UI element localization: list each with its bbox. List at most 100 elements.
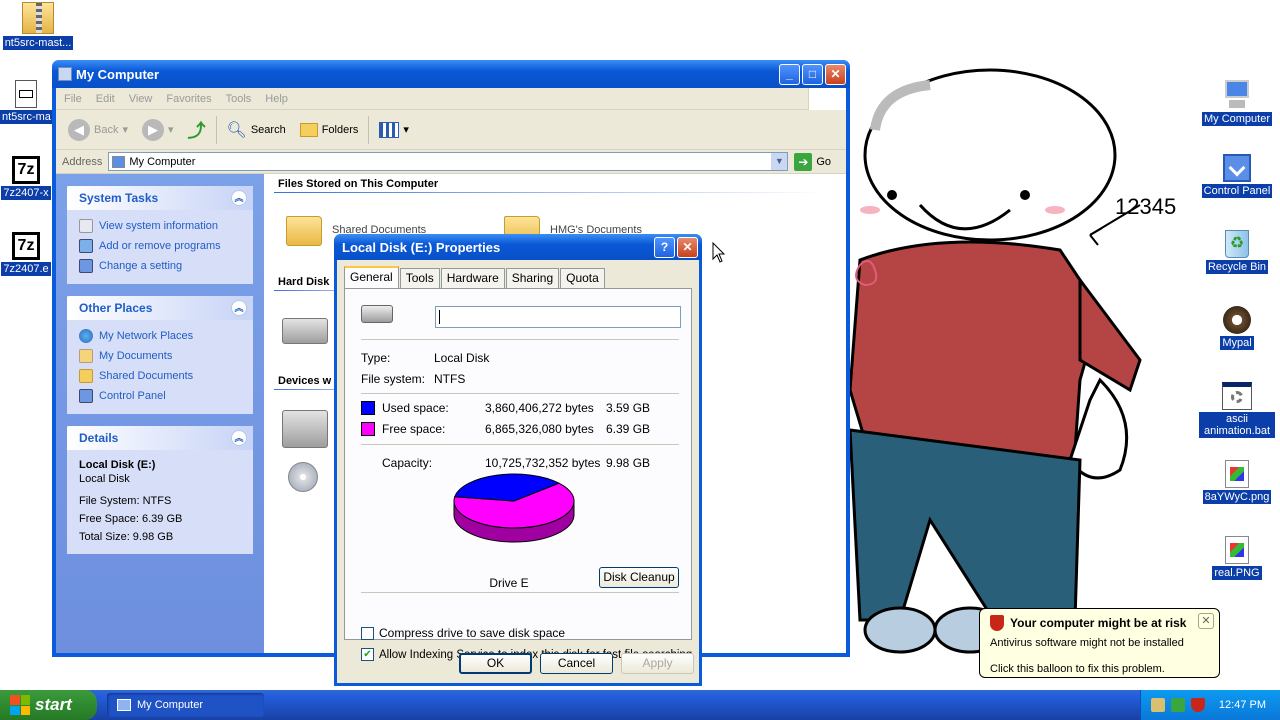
free-space-label: Free space:: [382, 422, 446, 436]
tab-sharing[interactable]: Sharing: [505, 268, 560, 288]
tab-hardware[interactable]: Hardware: [440, 268, 505, 288]
menu-tools[interactable]: Tools: [226, 93, 252, 105]
volume-label-input[interactable]: [435, 306, 681, 328]
compress-option[interactable]: Compress drive to save disk space: [361, 626, 565, 640]
collapse-icon[interactable]: ︽: [231, 300, 247, 316]
folders-button[interactable]: Folders: [296, 121, 363, 139]
menu-file[interactable]: File: [64, 93, 82, 105]
desktop-icon-ascii-bat[interactable]: ascii animation.bat: [1199, 382, 1275, 441]
desktop-icon-7z2407-x[interactable]: 7z 7z2407-x: [0, 156, 52, 203]
maximize-button[interactable]: □: [802, 63, 823, 85]
used-space-label: Used space:: [382, 401, 449, 415]
desktop-icon-7z2407-e[interactable]: 7z 7z2407.e: [0, 232, 52, 279]
change-setting-link[interactable]: Change a setting: [79, 256, 241, 276]
panel-title: Other Places: [79, 301, 153, 315]
divider: [361, 393, 679, 394]
folder-icon: [79, 369, 93, 383]
control-panel-link[interactable]: Control Panel: [79, 386, 241, 406]
add-remove-programs-link[interactable]: Add or remove programs: [79, 236, 241, 256]
chevron-down-icon: ▾: [403, 124, 409, 136]
shared-documents-link[interactable]: Shared Documents: [79, 366, 241, 386]
recycle-bin-icon: ♻: [1225, 230, 1249, 258]
system-tasks-header[interactable]: System Tasks ︽: [67, 186, 253, 210]
details-header[interactable]: Details ︽: [67, 426, 253, 450]
desktop-icon-recycle-bin[interactable]: ♻ Recycle Bin: [1199, 230, 1275, 277]
details-total-size: Total Size: 9.98 GB: [79, 531, 174, 543]
file-system-label: File system:: [361, 372, 426, 386]
close-button[interactable]: ✕: [825, 63, 846, 85]
security-alert-balloon[interactable]: Your computer might be at risk Antivirus…: [979, 608, 1220, 678]
indexing-checkbox[interactable]: ✔: [361, 648, 374, 661]
up-folder-button[interactable]: ⤴: [184, 115, 210, 145]
desktop-icon-nt5src-text[interactable]: nt5src-ma: [0, 80, 53, 127]
section-hard-disk: Hard Disk: [278, 276, 330, 288]
desktop-icon-label: Mypal: [1220, 336, 1254, 350]
drive-properties-dialog[interactable]: Local Disk (E:) Properties ? ✕ General T…: [334, 234, 702, 686]
desktop-icon-control-panel[interactable]: Control Panel: [1199, 154, 1275, 201]
address-dropdown-button[interactable]: ▼: [771, 153, 788, 170]
tab-tools[interactable]: Tools: [399, 268, 440, 288]
update-tray-icon[interactable]: [1170, 698, 1185, 712]
tab-quota[interactable]: Quota: [560, 268, 605, 288]
menu-edit[interactable]: Edit: [96, 93, 115, 105]
ok-button[interactable]: OK: [459, 653, 532, 674]
panel-title: System Tasks: [79, 191, 159, 205]
help-button[interactable]: ?: [654, 236, 675, 258]
my-documents-link[interactable]: My Documents: [79, 346, 241, 366]
windows-logo-icon: [808, 88, 846, 110]
hard-drive-icon[interactable]: [282, 318, 328, 344]
taskbar-button-my-computer[interactable]: My Computer: [107, 693, 264, 717]
menu-favorites[interactable]: Favorites: [166, 93, 211, 105]
chevron-down-icon: ▾: [168, 124, 174, 136]
zip-folder-icon: [22, 2, 54, 34]
search-button[interactable]: 🔍︎ Search: [223, 118, 290, 142]
desktop-icon-label: 7z2407.e: [1, 262, 51, 276]
views-button[interactable]: ▾: [375, 120, 413, 140]
floppy-drive-icon[interactable]: [282, 410, 328, 448]
desktop-icon-mypal[interactable]: Mypal: [1199, 306, 1275, 353]
computer-icon: [1221, 78, 1253, 110]
dialog-titlebar[interactable]: Local Disk (E:) Properties ? ✕: [334, 234, 702, 260]
desktop-icon-my-computer[interactable]: My Computer: [1199, 78, 1275, 129]
security-shield-tray-icon[interactable]: [1190, 698, 1205, 712]
computer-icon: [117, 699, 131, 711]
other-places-header[interactable]: Other Places ︽: [67, 296, 253, 320]
explorer-titlebar[interactable]: My Computer _ □ ✕: [52, 60, 850, 88]
go-button[interactable]: ➔ Go: [794, 152, 831, 171]
address-input[interactable]: My Computer ▼: [108, 152, 789, 171]
link-label: Control Panel: [99, 390, 166, 402]
link-label: Shared Documents: [99, 370, 194, 382]
address-bar: Address My Computer ▼ ➔ Go: [56, 150, 846, 174]
up-arrow-icon: ⤴: [187, 120, 206, 141]
desktop-icon-real-png[interactable]: real.PNG: [1199, 536, 1275, 583]
control-panel-icon: [79, 389, 93, 403]
cancel-button[interactable]: Cancel: [540, 653, 613, 674]
balloon-close-button[interactable]: ✕: [1198, 613, 1214, 629]
minimize-button[interactable]: _: [779, 63, 800, 85]
shared-documents-folder-icon[interactable]: [286, 216, 322, 246]
dialog-close-button[interactable]: ✕: [677, 236, 698, 258]
cd-drive-icon[interactable]: [288, 462, 318, 492]
dialog-title: Local Disk (E:) Properties: [342, 239, 501, 255]
tab-strip: General Tools Hardware Sharing Quota: [344, 266, 606, 288]
desktop-icon-8aywyc[interactable]: 8aYWyC.png: [1199, 460, 1275, 507]
toolbar-separator: [368, 115, 370, 144]
view-system-info-link[interactable]: View system information: [79, 216, 241, 236]
start-button[interactable]: start: [0, 690, 97, 720]
collapse-icon[interactable]: ︽: [231, 430, 247, 446]
chevron-down-icon: ▾: [122, 124, 128, 136]
compress-checkbox[interactable]: [361, 626, 374, 640]
menu-help[interactable]: Help: [265, 93, 288, 105]
back-button[interactable]: ◀ Back ▾: [64, 117, 132, 143]
my-network-places-link[interactable]: My Network Places: [79, 326, 241, 346]
disk-cleanup-button[interactable]: Disk Cleanup: [599, 567, 679, 588]
tab-general[interactable]: General: [344, 266, 399, 288]
go-arrow-icon: ➔: [794, 152, 813, 171]
collapse-icon[interactable]: ︽: [231, 190, 247, 206]
forward-button[interactable]: ▶ ▾: [138, 117, 178, 143]
apply-button[interactable]: Apply: [621, 653, 694, 674]
desktop-icon-nt5src-zip[interactable]: nt5src-mast...: [0, 2, 76, 53]
network-tray-icon[interactable]: [1150, 698, 1165, 712]
clock[interactable]: 12:47 PM: [1219, 699, 1266, 711]
menu-view[interactable]: View: [129, 93, 153, 105]
